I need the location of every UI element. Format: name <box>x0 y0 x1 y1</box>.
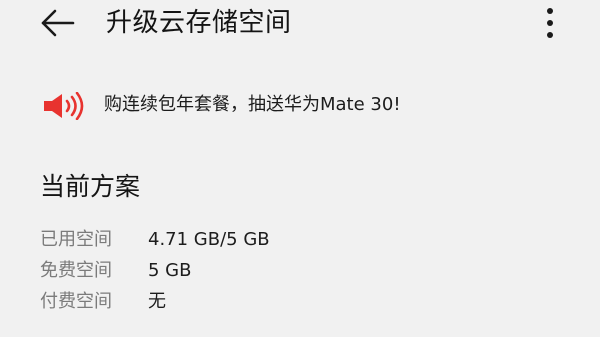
page-title: 升级云存储空间 <box>106 8 292 38</box>
used-space-label: 已用空间 <box>40 229 112 250</box>
current-plan-title: 当前方案 <box>40 172 141 201</box>
more-options-button[interactable] <box>536 6 564 40</box>
promo-banner[interactable]: 购连续包年套餐，抽送华为Mate 30! <box>40 88 560 122</box>
paid-space-label: 付费空间 <box>40 291 112 312</box>
more-dot <box>547 20 553 26</box>
paid-space-value: 无 <box>148 291 166 312</box>
app-header: 升级云存储空间 <box>0 0 600 46</box>
back-button[interactable] <box>38 6 82 40</box>
more-vertical-icon <box>547 8 553 14</box>
arrow-left-icon <box>41 9 75 37</box>
free-space-label: 免费空间 <box>40 260 112 281</box>
more-dot <box>547 32 553 38</box>
free-space-value: 5 GB <box>148 260 192 281</box>
promo-text: 购连续包年套餐，抽送华为Mate 30! <box>104 94 401 115</box>
upgrade-storage-screen: 升级云存储空间 购连续包年套餐，抽送华为Mate 30! 当前方案 已用空间 4… <box>0 0 600 337</box>
used-space-value: 4.71 GB/5 GB <box>148 229 270 250</box>
speaker-icon <box>44 92 84 120</box>
